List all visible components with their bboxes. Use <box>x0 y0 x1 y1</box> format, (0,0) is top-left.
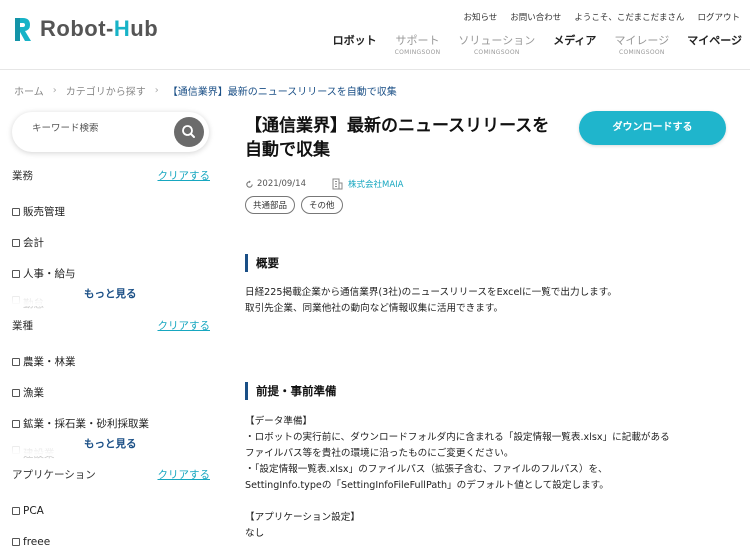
robot-meta: 2021/09/14 株式会社MAIA <box>245 178 403 190</box>
filter-checkbox-item[interactable]: 会計 <box>12 227 212 258</box>
filter-checkbox-item[interactable]: 漁業 <box>12 377 212 408</box>
filter-title: 業種 <box>12 320 33 332</box>
search-input[interactable] <box>32 123 162 134</box>
filter-title: 業務 <box>12 170 33 182</box>
show-more-link[interactable]: もっと見る <box>84 286 137 301</box>
breadcrumb-home[interactable]: ホーム <box>14 83 44 98</box>
nav-solution: ソリューション COMINGSOON <box>458 34 536 56</box>
nav-support: サポート COMINGSOON <box>394 34 441 56</box>
search-icon <box>182 125 195 138</box>
filter-section-business: 業務 クリアする 販売管理 会計 人事・給与 勤怠 もっと見る <box>12 168 212 310</box>
filter-checkbox-item[interactable]: PCA <box>12 495 212 526</box>
page-title: 【通信業界】最新のニュースリリースを自動で収集 <box>245 116 550 160</box>
breadcrumb-category[interactable]: カテゴリから探す <box>66 83 146 98</box>
checkbox-icon <box>12 357 20 366</box>
news-link[interactable]: お知らせ <box>463 11 497 23</box>
filter-checkbox-item[interactable]: freee <box>12 526 212 547</box>
tag-chip[interactable]: 共通部品 <box>245 196 296 214</box>
breadcrumb: ホーム › カテゴリから探す › 【通信業界】最新のニュースリリースを自動で収集 <box>14 83 397 98</box>
clear-button[interactable]: クリアする <box>158 168 211 184</box>
logout-link[interactable]: ログアウト <box>697 11 740 23</box>
filter-checkbox-item[interactable]: 販売管理 <box>12 196 212 227</box>
section-heading-overview: 概要 <box>245 254 279 272</box>
chevron-right-icon: › <box>52 85 57 96</box>
search-button[interactable] <box>174 117 204 147</box>
logo-wordmark: Robot-Hub <box>40 16 159 41</box>
publish-date: 2021/09/14 <box>257 179 306 189</box>
keyword-search <box>12 112 209 152</box>
nav-media[interactable]: メディア <box>544 32 605 56</box>
filter-checkbox-item[interactable]: 人事・給与 <box>12 258 212 289</box>
site-logo[interactable]: Robot-Hub <box>12 15 158 43</box>
nav-mileage: マイレージ COMINGSOON <box>614 34 670 56</box>
robot-hub-logo-icon <box>15 18 31 41</box>
contact-link[interactable]: お問い合わせ <box>510 11 561 23</box>
checkbox-icon <box>12 388 20 397</box>
filter-checkbox-item[interactable]: 鉱業・採石業・砂利採取業 <box>12 408 212 439</box>
prerequisites-text: 【データ準備】 ・ロボットの実行前に、ダウンロードフォルダ内に含まれる「設定情報… <box>245 416 670 539</box>
clear-button[interactable]: クリアする <box>158 318 211 334</box>
utility-links: お知らせ お問い合わせ ようこそ、こだまこだまさん ログアウト <box>463 11 740 23</box>
section-heading-prerequisites: 前提・事前準備 <box>245 382 337 400</box>
checkbox-icon <box>12 269 20 278</box>
filter-title: アプリケーション <box>12 469 96 481</box>
main-nav: ロボット サポート COMINGSOON ソリューション COMINGSOON … <box>324 32 742 56</box>
chevron-right-icon: › <box>154 85 159 96</box>
checkbox-icon <box>12 238 20 247</box>
checkbox-icon <box>12 419 20 428</box>
checkbox-icon <box>12 506 20 515</box>
tag-chip[interactable]: その他 <box>301 196 343 214</box>
site-header: Robot-Hub お知らせ お問い合わせ ようこそ、こだまこだまさん ログアウ… <box>0 0 750 70</box>
clear-button[interactable]: クリアする <box>158 467 211 483</box>
checkbox-icon <box>12 537 20 546</box>
checkbox-icon <box>12 207 20 216</box>
refresh-icon <box>246 179 253 188</box>
company-link[interactable]: 株式会社MAIA <box>348 178 403 190</box>
nav-robot[interactable]: ロボット <box>324 32 386 56</box>
show-more-link[interactable]: もっと見る <box>84 436 137 451</box>
tag-list: 共通部品 その他 <box>245 196 343 214</box>
filter-section-application: アプリケーション クリアする PCA freee <box>12 467 212 547</box>
welcome-text: ようこそ、こだまこだまさん <box>574 13 685 23</box>
nav-mypage[interactable]: マイページ <box>678 32 742 56</box>
building-icon <box>332 178 343 190</box>
breadcrumb-current: 【通信業界】最新のニュースリリースを自動で収集 <box>167 87 397 98</box>
filter-checkbox-item[interactable]: 農業・林業 <box>12 346 212 377</box>
download-button[interactable]: ダウンロードする <box>579 111 726 145</box>
filter-section-industry: 業種 クリアする 農業・林業 漁業 鉱業・採石業・砂利採取業 建設業 もっと見る <box>12 318 212 460</box>
overview-text: 日経225掲載企業から通信業界(3社)のニュースリリースをExcelに一覧で出力… <box>245 287 617 314</box>
